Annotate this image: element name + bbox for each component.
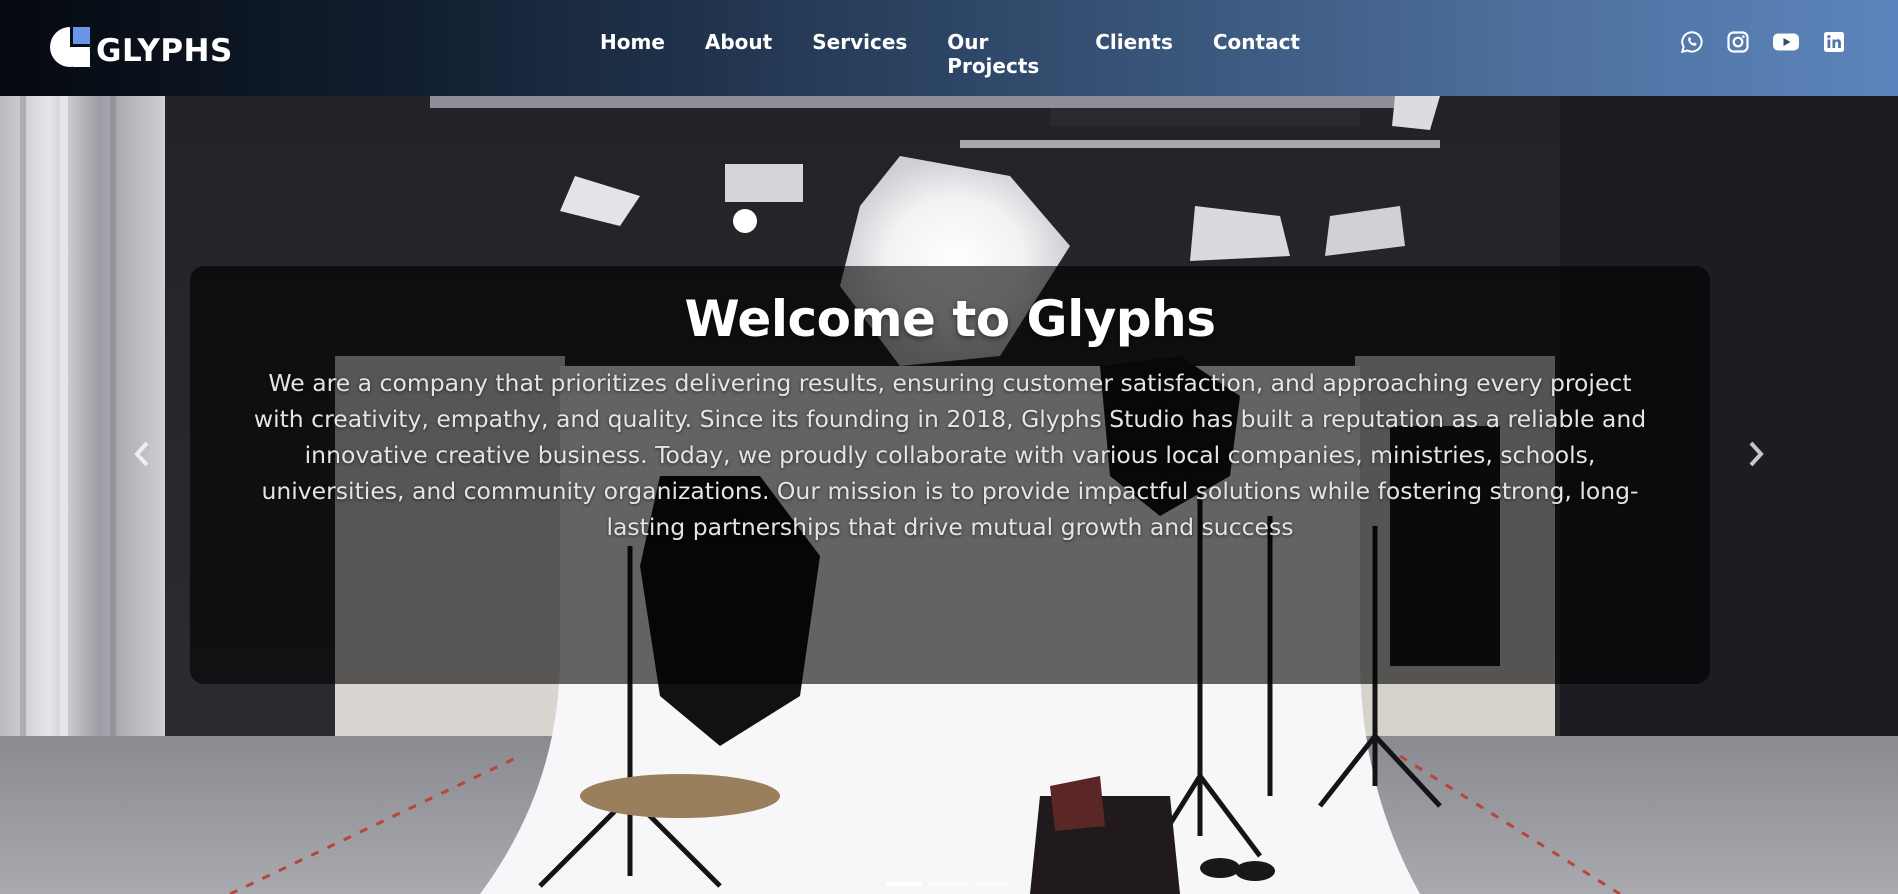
youtube-icon[interactable]	[1772, 30, 1800, 54]
chevron-left-icon	[134, 441, 149, 467]
hero-title: Welcome to Glyphs	[684, 290, 1216, 348]
nav-link-about[interactable]: About	[705, 30, 772, 54]
carousel-indicators	[886, 882, 1010, 886]
hero-carousel: Welcome to Glyphs We are a company that …	[0, 96, 1898, 894]
nav-link-our-projects[interactable]: Our Projects	[947, 30, 1039, 78]
carousel-next-button[interactable]	[1736, 434, 1776, 474]
navbar: GLYPHS Home About Services Our Projects …	[0, 0, 1898, 96]
brand-logo[interactable]: GLYPHS	[48, 24, 233, 70]
nav-link-clients[interactable]: Clients	[1095, 30, 1173, 54]
glyphs-logo-icon	[50, 27, 90, 67]
nav-link-home[interactable]: Home	[600, 30, 665, 54]
carousel-indicator-2[interactable]	[930, 882, 966, 886]
main-nav: Home About Services Our Projects Clients…	[600, 30, 1300, 78]
nav-link-services[interactable]: Services	[812, 30, 907, 54]
carousel-indicator-3[interactable]	[974, 882, 1010, 886]
hero-caption: Welcome to Glyphs We are a company that …	[190, 266, 1710, 684]
social-links	[1680, 30, 1846, 54]
instagram-icon[interactable]	[1726, 30, 1750, 54]
brand-name: GLYPHS	[96, 33, 233, 69]
linkedin-icon[interactable]	[1822, 30, 1846, 54]
chevron-right-icon	[1749, 441, 1764, 467]
nav-link-contact[interactable]: Contact	[1213, 30, 1300, 54]
hero-description: We are a company that prioritizes delive…	[253, 368, 1647, 541]
carousel-prev-button[interactable]	[122, 434, 162, 474]
whatsapp-icon[interactable]	[1680, 30, 1704, 54]
carousel-indicator-1[interactable]	[886, 882, 922, 886]
